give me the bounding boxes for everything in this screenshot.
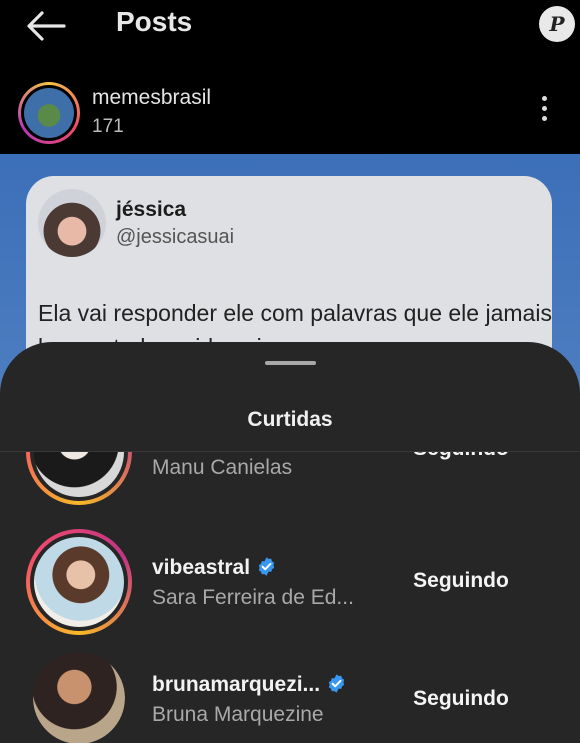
sheet-title: Curtidas [247, 408, 333, 431]
user-username[interactable]: brunamarquezi... [152, 673, 347, 697]
author-avatar[interactable] [18, 82, 80, 144]
author-username[interactable]: memesbrasil [92, 86, 211, 110]
user-full-name: Bruna Marquezine [152, 703, 324, 726]
drag-handle[interactable] [265, 361, 316, 365]
user-username-text: vibeastral [152, 556, 251, 579]
user-username-text: brunamarquezi... [152, 673, 321, 696]
likes-list[interactable]: manucanielas Manu Canielas Seguindo vibe… [0, 452, 580, 743]
user-avatar[interactable] [26, 529, 132, 635]
watermark-logo: P [539, 6, 575, 42]
tweet-name: jéssica [116, 198, 187, 221]
user-full-name: Sara Ferreira de Ed... [152, 586, 354, 609]
verified-badge-icon [328, 674, 345, 693]
verified-badge-icon [258, 557, 275, 576]
list-item[interactable]: vibeastral Sara Ferreira de Ed... Seguin… [0, 524, 580, 640]
more-options-icon[interactable] [536, 96, 552, 128]
user-avatar[interactable] [33, 652, 125, 743]
list-item[interactable]: brunamarquezi... Bruna Marquezine Seguin… [0, 643, 580, 743]
user-username[interactable]: vibeastral [152, 556, 277, 580]
tweet-handle: @jessicasuai [116, 226, 235, 248]
post-author-bar: memesbrasil 171 [0, 52, 580, 154]
following-button[interactable]: Seguindo [386, 569, 536, 593]
likes-bottom-sheet: Curtidas manucanielas Manu Canielas Segu… [0, 342, 580, 743]
page-title: Posts [116, 6, 193, 37]
list-item[interactable]: manucanielas Manu Canielas Seguindo [0, 452, 580, 510]
top-bar: Posts P [0, 0, 580, 52]
tweet-avatar [38, 189, 106, 257]
user-avatar[interactable] [26, 452, 132, 505]
back-arrow-icon[interactable] [24, 8, 68, 44]
following-button[interactable]: Seguindo [386, 452, 536, 461]
user-full-name: Manu Canielas [152, 456, 293, 479]
parrot-avatar-image [24, 88, 74, 138]
following-button[interactable]: Seguindo [386, 687, 536, 711]
author-subtitle: 171 [92, 116, 124, 137]
